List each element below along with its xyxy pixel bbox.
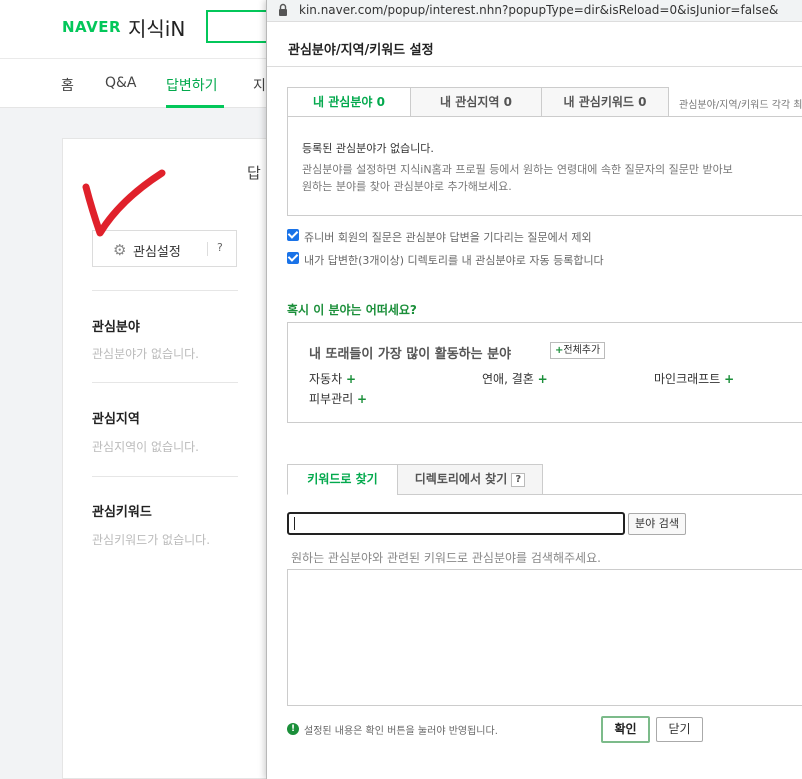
tab-keyword-search[interactable]: 키워드로 찾기 [287, 464, 398, 495]
junior-exclude-label[interactable]: 쥬니버 회원의 질문은 관심분야 답변을 기다리는 질문에서 제외 [304, 229, 592, 245]
section-empty-field: 관심분야가 없습니다. [92, 347, 199, 361]
divider [267, 66, 802, 67]
search-results-panel [287, 569, 802, 706]
close-button[interactable]: 닫기 [656, 717, 703, 742]
section-title-field: 관심분야 [92, 320, 140, 335]
jisikin-logo[interactable]: 지식iN [128, 13, 185, 42]
lock-icon [279, 3, 287, 16]
text-caret [294, 517, 295, 530]
section-empty-region: 관심지역이 없습니다. [92, 440, 199, 454]
keyword-search-input[interactable] [287, 512, 625, 535]
tab-directory-search[interactable]: 디렉토리에서 찾기? [397, 464, 543, 495]
section-title-region: 관심지역 [92, 412, 140, 427]
tab-my-regions[interactable]: 내 관심지역 0 [410, 87, 542, 117]
tab-my-fields[interactable]: 내 관심분야 0 [287, 87, 411, 117]
divider [92, 290, 238, 291]
nav-active-indicator [166, 105, 224, 108]
popup-title: 관심분야/지역/키워드 설정 [288, 43, 434, 58]
junior-exclude-checkbox[interactable] [287, 229, 299, 241]
red-checkmark-annotation [82, 169, 166, 237]
help-icon[interactable]: ? [511, 472, 526, 487]
field-search-button[interactable]: 분야 검색 [628, 513, 686, 535]
divider [92, 476, 238, 477]
naver-logo[interactable]: NAVER [62, 18, 121, 36]
auto-register-checkbox[interactable] [287, 252, 299, 264]
section-title-keyword: 관심키워드 [92, 505, 152, 520]
auto-register-label[interactable]: 내가 답변한(3개이상) 디렉토리를 내 관심분야로 자동 등록합니다 [304, 252, 604, 268]
footer-notice: 설정된 내용은 확인 버튼을 눌러야 반영됩니다. [304, 726, 498, 737]
suggest-heading: 내 또래들이 가장 많이 활동하는 분야 [309, 347, 512, 362]
add-all-button[interactable]: +전체추가 [550, 342, 606, 359]
divider [92, 382, 238, 383]
notice-icon: ! [287, 723, 299, 735]
nav-qna[interactable]: Q&A [105, 75, 137, 91]
category-item[interactable]: 피부관리 + [309, 390, 367, 407]
interest-popup-window: kin.naver.com/popup/interest.nhn?popupTy… [266, 0, 802, 779]
address-bar[interactable]: kin.naver.com/popup/interest.nhn?popupTy… [267, 0, 802, 22]
empty-description-2: 원하는 분야를 찾아 관심분야로 추가해보세요. [302, 180, 512, 193]
help-icon[interactable]: ? [217, 241, 223, 254]
url-text[interactable]: kin.naver.com/popup/interest.nhn?popupTy… [299, 3, 778, 17]
nav-more[interactable]: 지 [253, 75, 266, 95]
my-fields-panel: 등록된 관심분야가 없습니다. 관심분야를 설정하면 지식iN홈과 프로필 등에… [287, 116, 802, 216]
tab-hint: 관심분야/지역/키워드 각각 최 [679, 100, 802, 111]
nav-home[interactable]: 홈 [61, 75, 74, 95]
empty-message: 등록된 관심분야가 없습니다. [302, 142, 434, 155]
category-item[interactable]: 연애, 결혼 + [482, 370, 548, 387]
empty-description-1: 관심분야를 설정하면 지식iN홈과 프로필 등에서 원하는 연령대에 속한 질문… [302, 163, 733, 176]
search-hint: 원하는 관심분야와 관련된 키워드로 관심분야를 검색해주세요. [291, 551, 601, 565]
category-item[interactable]: 자동차 + [309, 370, 356, 387]
section-empty-keyword: 관심키워드가 없습니다. [92, 533, 211, 547]
confirm-button[interactable]: 확인 [601, 716, 650, 743]
divider [207, 242, 208, 256]
nav-answer[interactable]: 답변하기 [166, 75, 218, 95]
divider [543, 494, 802, 495]
category-item[interactable]: 마인크래프트 + [654, 370, 734, 387]
suggest-title: 혹시 이 분야는 어떠세요? [287, 303, 417, 317]
card-title: 답 [247, 164, 261, 182]
tab-my-keywords[interactable]: 내 관심키워드 0 [541, 87, 669, 117]
suggest-panel: 내 또래들이 가장 많이 활동하는 분야 +전체추가 자동차 + 연애, 결혼 … [287, 322, 802, 423]
